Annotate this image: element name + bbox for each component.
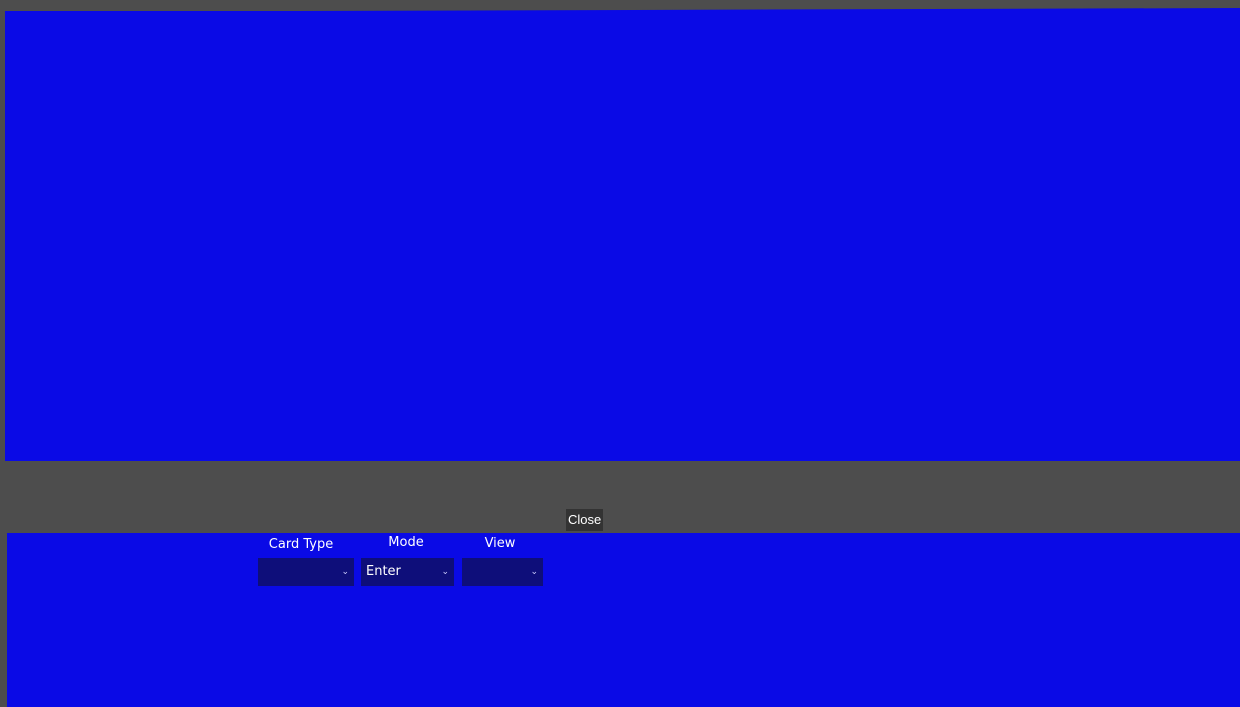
- close-button[interactable]: Close: [566, 509, 604, 531]
- main-canvas: [5, 11, 1240, 461]
- app-window: Close Card Type ⌄ Mode Enter ⌄ View ⌄: [0, 0, 1240, 707]
- view-label: View: [484, 536, 516, 551]
- mode-select[interactable]: Enter ⌄: [361, 558, 454, 586]
- chevron-down-icon: ⌄: [530, 567, 538, 577]
- chevron-down-icon: ⌄: [341, 567, 349, 577]
- chevron-down-icon: ⌄: [441, 567, 449, 577]
- card-type-label: Card Type: [268, 537, 334, 552]
- control-panel: [7, 533, 1240, 707]
- view-select[interactable]: ⌄: [462, 558, 543, 586]
- mode-value: Enter: [366, 564, 401, 579]
- divider-bar: [5, 461, 1240, 533]
- card-type-select[interactable]: ⌄: [258, 558, 354, 586]
- mode-label: Mode: [388, 535, 424, 550]
